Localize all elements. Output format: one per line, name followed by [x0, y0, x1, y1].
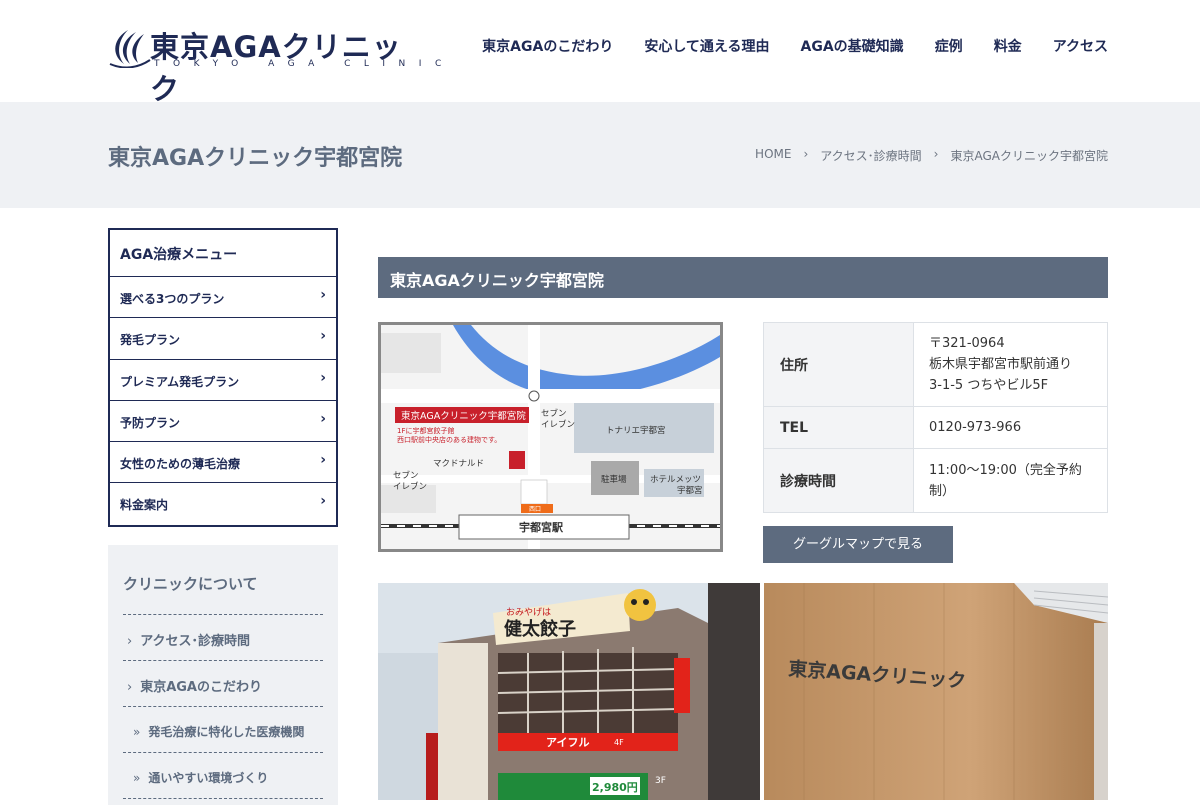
photo-aiful-floor: 4F — [614, 738, 624, 747]
map-label-hotel-2: 宇都宮 — [677, 485, 703, 496]
menu-item-label: 選べる3つのプラン — [120, 292, 225, 306]
access-map-drawing: 東京AGAクリニック宇都宮院 1Fに宇都宮餃子館 西口駅前中央店のある建物です。… — [381, 325, 720, 549]
menu-item-label: プレミアム発毛プラン — [120, 374, 240, 389]
about-item-label: 東京AGAのこだわり — [140, 680, 262, 695]
clinic-interior-illustration: 東京AGAクリニック — [764, 583, 1108, 800]
about-item-label: アクセス･診療時間 — [140, 634, 251, 649]
about-subitem-label: 通いやすい環境づくり — [148, 771, 269, 785]
about-clinic-panel: クリニックについて › アクセス･診療時間 › 東京AGAのこだわり » 発毛治療に特… — [108, 545, 338, 805]
map-label-hotel-1: ホテルメッツ — [650, 475, 701, 485]
info-row-hours: 診療時間 11:00〜19:00（完全予約 制） — [763, 448, 1108, 513]
clinic-interior-photo: 東京AGAクリニック — [764, 583, 1108, 800]
hours-line: 11:00〜19:00（完全予約 — [929, 462, 1082, 478]
building-exterior-illustration: おみやげは 健太餃子 アイフル 4F 2,980円 3F — [378, 583, 760, 800]
about-clinic-title: クリニックについて — [123, 545, 323, 615]
chevron-right-icon: › — [127, 634, 133, 649]
info-value-tel[interactable]: 0120-973-966 — [913, 406, 1108, 449]
menu-item-three-plans[interactable]: 選べる3つのプラン › — [110, 277, 336, 319]
about-subitem-specialized[interactable]: » 発毛治療に特化した医療機関 — [123, 707, 323, 753]
nav-item-reasons[interactable]: 安心して通える理由 — [644, 36, 769, 56]
info-value-address: 〒321-0964 栃木県宇都宮市駅前通り 3-1-5 つちやビル5F — [913, 322, 1108, 407]
nav-item-access[interactable]: アクセス — [1053, 36, 1108, 56]
photo-sign-main: 健太餃子 — [504, 618, 576, 640]
double-chevron-right-icon: » — [133, 771, 141, 785]
nav-item-price[interactable]: 料金 — [994, 36, 1022, 56]
about-item-kodawari[interactable]: › 東京AGAのこだわり — [123, 661, 323, 707]
menu-item-prevention-plan[interactable]: 予防プラン › — [110, 401, 336, 443]
treatment-menu-title: AGA治療メニュー — [110, 230, 336, 277]
photo-sign-top: おみやげは — [506, 607, 551, 618]
chevron-right-icon: › — [127, 680, 133, 695]
chevron-right-icon: › — [320, 369, 326, 386]
menu-item-label: 女性のための薄毛治療 — [120, 457, 241, 472]
building-exterior-photo: おみやげは 健太餃子 アイフル 4F 2,980円 3F — [378, 583, 760, 800]
breadcrumb: HOME › アクセス･診療時間 › 東京AGAクリニック宇都宮院 — [755, 147, 1108, 164]
menu-item-pricing[interactable]: 料金案内 › — [110, 483, 336, 524]
nav-item-cases[interactable]: 症例 — [935, 36, 963, 56]
info-value-hours: 11:00〜19:00（完全予約 制） — [913, 448, 1108, 513]
address-line: 3-1-5 つちやビル5F — [929, 378, 1049, 393]
chevron-right-icon: › — [320, 328, 326, 345]
map-label-note1: 1Fに宇都宮餃子館 — [397, 426, 454, 435]
info-row-address: 住所 〒321-0964 栃木県宇都宮市駅前通り 3-1-5 つちやビル5F — [763, 322, 1108, 407]
address-postal: 〒321-0964 — [929, 336, 1005, 351]
address-line: 栃木県宇都宮市駅前通り — [929, 357, 1073, 372]
logo-swoosh-icon — [109, 30, 151, 68]
map-label-west-exit: 西口 — [529, 506, 541, 513]
chevron-right-icon: › — [320, 410, 326, 427]
breadcrumb-access[interactable]: アクセス･診療時間 — [820, 147, 921, 164]
photo-price: 2,980円 — [592, 781, 638, 794]
map-label-clinic: 東京AGAクリニック宇都宮院 — [401, 410, 526, 422]
map-label-seven-top-1: セブン — [541, 408, 567, 419]
clinic-section-heading: 東京AGAクリニック宇都宮院 — [378, 257, 1108, 298]
about-subitem-environment[interactable]: » 通いやすい環境づくり — [123, 753, 323, 799]
info-label-address: 住所 — [763, 322, 914, 407]
about-subitem-label: 発毛治療に特化した医療機関 — [148, 725, 305, 739]
chevron-right-icon: › — [320, 493, 326, 510]
menu-item-premium-plan[interactable]: プレミアム発毛プラン › — [110, 360, 336, 401]
map-label-note2: 西口駅前中央店のある建物です。 — [397, 435, 501, 444]
treatment-menu: AGA治療メニュー 選べる3つのプラン › 発毛プラン › プレミアム発毛プラン… — [108, 228, 338, 527]
main-nav: 東京AGAのこだわり 安心して通える理由 AGAの基礎知識 症例 料金 アクセス — [482, 36, 1108, 56]
site-logo[interactable]: 東京AGAクリニック TOKYO AGA CLINIC — [108, 26, 441, 106]
logo-subtext: TOKYO AGA CLINIC — [154, 59, 455, 69]
page-title-band: 東京AGAクリニック宇都宮院 HOME › アクセス･診療時間 › 東京AGAク… — [0, 102, 1200, 208]
photo-aiful: アイフル — [546, 736, 589, 749]
map-label-parking: 駐車場 — [601, 474, 627, 485]
page-title: 東京AGAクリニック宇都宮院 — [108, 146, 403, 171]
map-label-tonarie: トナリエ宇都宮 — [606, 425, 666, 436]
map-label-station: 宇都宮駅 — [519, 520, 563, 534]
map-label-seven-left-2: イレブン — [393, 481, 427, 492]
menu-item-label: 発毛プラン — [120, 333, 181, 348]
map-label-mcdonalds: マクドナルド — [433, 459, 484, 469]
info-row-tel: TEL 0120-973-966 — [763, 406, 1108, 449]
about-item-access[interactable]: › アクセス･診療時間 — [123, 615, 323, 661]
access-map: 東京AGAクリニック宇都宮院 1Fに宇都宮餃子館 西口駅前中央店のある建物です。… — [378, 322, 723, 552]
chevron-right-icon: › — [320, 287, 326, 303]
hours-line: 制） — [929, 483, 956, 499]
menu-item-label: 予防プラン — [120, 415, 181, 430]
chevron-right-icon: › — [320, 452, 326, 469]
info-label-hours: 診療時間 — [763, 448, 914, 513]
menu-item-label: 料金案内 — [120, 498, 169, 513]
map-label-seven-left-1: セブン — [393, 470, 419, 481]
menu-item-women-treatment[interactable]: 女性のための薄毛治療 › — [110, 442, 336, 484]
site-header: 東京AGAクリニック TOKYO AGA CLINIC 東京AGAのこだわり 安… — [0, 0, 1200, 106]
breadcrumb-current: 東京AGAクリニック宇都宮院 — [950, 149, 1108, 163]
nav-item-basics[interactable]: AGAの基礎知識 — [801, 36, 904, 56]
breadcrumb-chevron-icon: › — [933, 147, 939, 161]
info-label-tel: TEL — [763, 406, 914, 449]
nav-item-kodawari[interactable]: 東京AGAのこだわり — [482, 36, 613, 56]
breadcrumb-chevron-icon: › — [803, 147, 809, 161]
breadcrumb-home[interactable]: HOME — [755, 147, 791, 164]
double-chevron-right-icon: » — [133, 725, 141, 739]
clinic-info-table: 住所 〒321-0964 栃木県宇都宮市駅前通り 3-1-5 つちやビル5F T… — [763, 322, 1108, 513]
menu-item-hair-growth-plan[interactable]: 発毛プラン › — [110, 318, 336, 360]
map-label-seven-top-2: イレブン — [541, 419, 575, 430]
google-map-button[interactable]: グーグルマップで見る — [763, 526, 953, 563]
photo-floor3: 3F — [655, 776, 666, 786]
